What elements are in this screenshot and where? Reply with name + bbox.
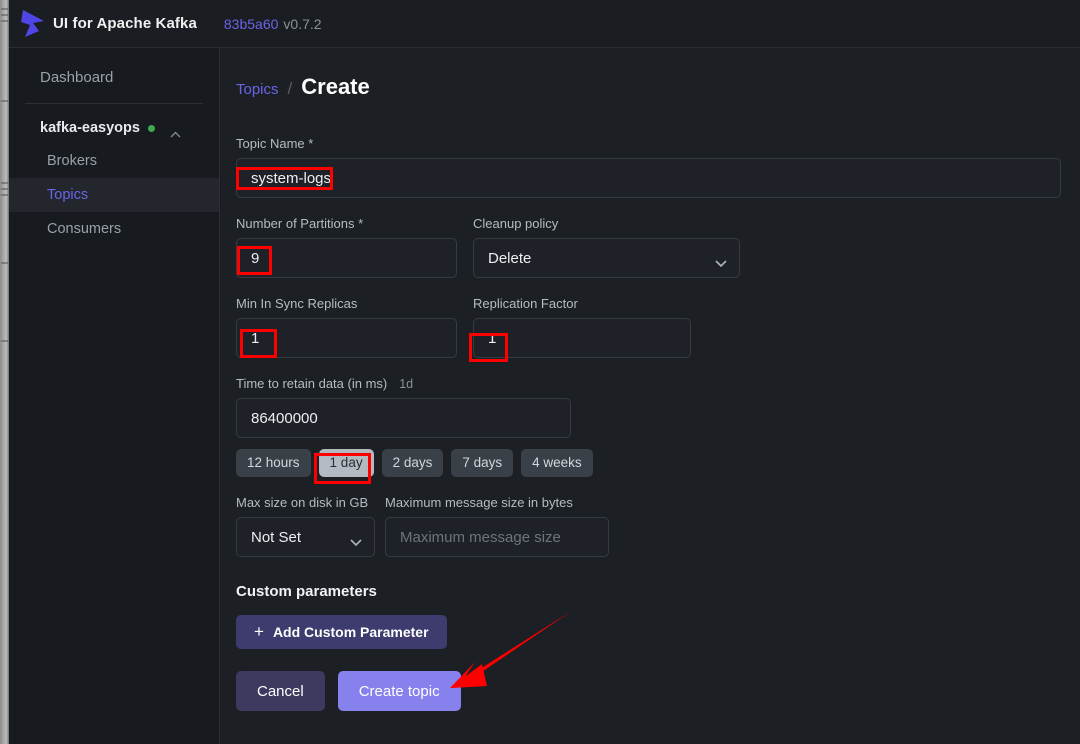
sidebar-item-brokers[interactable]: Brokers <box>9 144 219 178</box>
sidebar-item-dashboard[interactable]: Dashboard <box>9 60 219 95</box>
replication-factor-label: Replication Factor <box>473 296 578 311</box>
cancel-button[interactable]: Cancel <box>236 671 325 711</box>
page-title: Create <box>301 74 370 99</box>
preset-7-days[interactable]: 7 days <box>451 449 514 477</box>
app-window: UI for Apache Kafka 83b5a60 v0.7.2 Dashbo… <box>0 0 1080 744</box>
retention-label-text: Time to retain data (in ms) <box>236 376 388 391</box>
create-topic-button[interactable]: Create topic <box>337 671 461 711</box>
preset-2-days[interactable]: 2 days <box>381 449 444 477</box>
retention-presets: 12 hours 1 day 2 days 7 days 4 weeks <box>236 449 1065 477</box>
breadcrumb: Topics / Create <box>221 74 1080 100</box>
cleanup-policy-value: Delete <box>488 249 532 267</box>
version-info: 83b5a60 v0.7.2 <box>224 16 322 32</box>
topic-name-input[interactable] <box>236 158 1061 198</box>
max-size-on-disk-label: Max size on disk in GB <box>236 495 369 510</box>
kafka-arrow-logo-icon <box>9 0 57 48</box>
form-actions: Cancel Create topic <box>236 671 1065 711</box>
partitions-label: Number of Partitions * <box>236 216 364 231</box>
retention-hint: 1d <box>399 377 414 391</box>
cluster-status-dot-icon <box>147 124 155 132</box>
max-size-on-disk-value: Not Set <box>251 528 302 546</box>
chevron-up-icon[interactable] <box>170 125 181 138</box>
sidebar-item-consumers[interactable]: Consumers <box>9 212 219 246</box>
create-topic-form: Topic Name * Number of Partitions * Clea… <box>221 136 1080 711</box>
retention-label: Time to retain data (in ms) 1d <box>236 376 1065 391</box>
replication-factor-input[interactable] <box>473 318 691 358</box>
sidebar-cluster-kafka-easyops[interactable]: kafka-easyops <box>9 112 219 144</box>
max-message-size-input[interactable] <box>385 517 609 557</box>
retention-input[interactable] <box>236 398 571 438</box>
max-message-size-label: Maximum message size in bytes <box>385 495 573 510</box>
preset-4-weeks[interactable]: 4 weeks <box>521 449 593 477</box>
topic-name-label: Topic Name * <box>236 136 314 151</box>
app-header: UI for Apache Kafka 83b5a60 v0.7.2 <box>9 0 1080 48</box>
custom-parameters-title: Custom parameters <box>236 583 377 600</box>
sidebar-divider <box>25 103 203 104</box>
brand-title: UI for Apache Kafka <box>53 15 197 32</box>
preset-12-hours[interactable]: 12 hours <box>236 449 311 477</box>
add-custom-parameter-label: Add Custom Parameter <box>272 624 429 640</box>
add-custom-parameter-button[interactable]: + Add Custom Parameter <box>236 615 447 649</box>
sidebar: Dashboard kafka-easyops Brokers Topics C… <box>9 48 220 744</box>
plus-icon: + <box>254 622 264 641</box>
sidebar-item-topics[interactable]: Topics <box>9 178 219 212</box>
cleanup-policy-label: Cleanup policy <box>473 216 559 231</box>
window-edge-strip <box>0 0 9 744</box>
main-content: Topics / Create Topic Name * Number of P… <box>221 48 1080 744</box>
breadcrumb-separator: / <box>287 79 293 98</box>
min-in-sync-replicas-input[interactable] <box>236 318 457 358</box>
min-in-sync-replicas-label: Min In Sync Replicas <box>236 296 358 311</box>
preset-1-day[interactable]: 1 day <box>318 449 374 477</box>
breadcrumb-link-topics[interactable]: Topics <box>236 81 279 98</box>
partitions-input[interactable] <box>236 238 457 278</box>
max-size-on-disk-select[interactable]: Not Set <box>236 517 375 557</box>
cluster-name-label: kafka-easyops <box>40 120 140 136</box>
cleanup-policy-select[interactable]: Delete <box>473 238 740 278</box>
version-number: v0.7.2 <box>283 15 322 32</box>
commit-hash: 83b5a60 <box>223 15 279 32</box>
